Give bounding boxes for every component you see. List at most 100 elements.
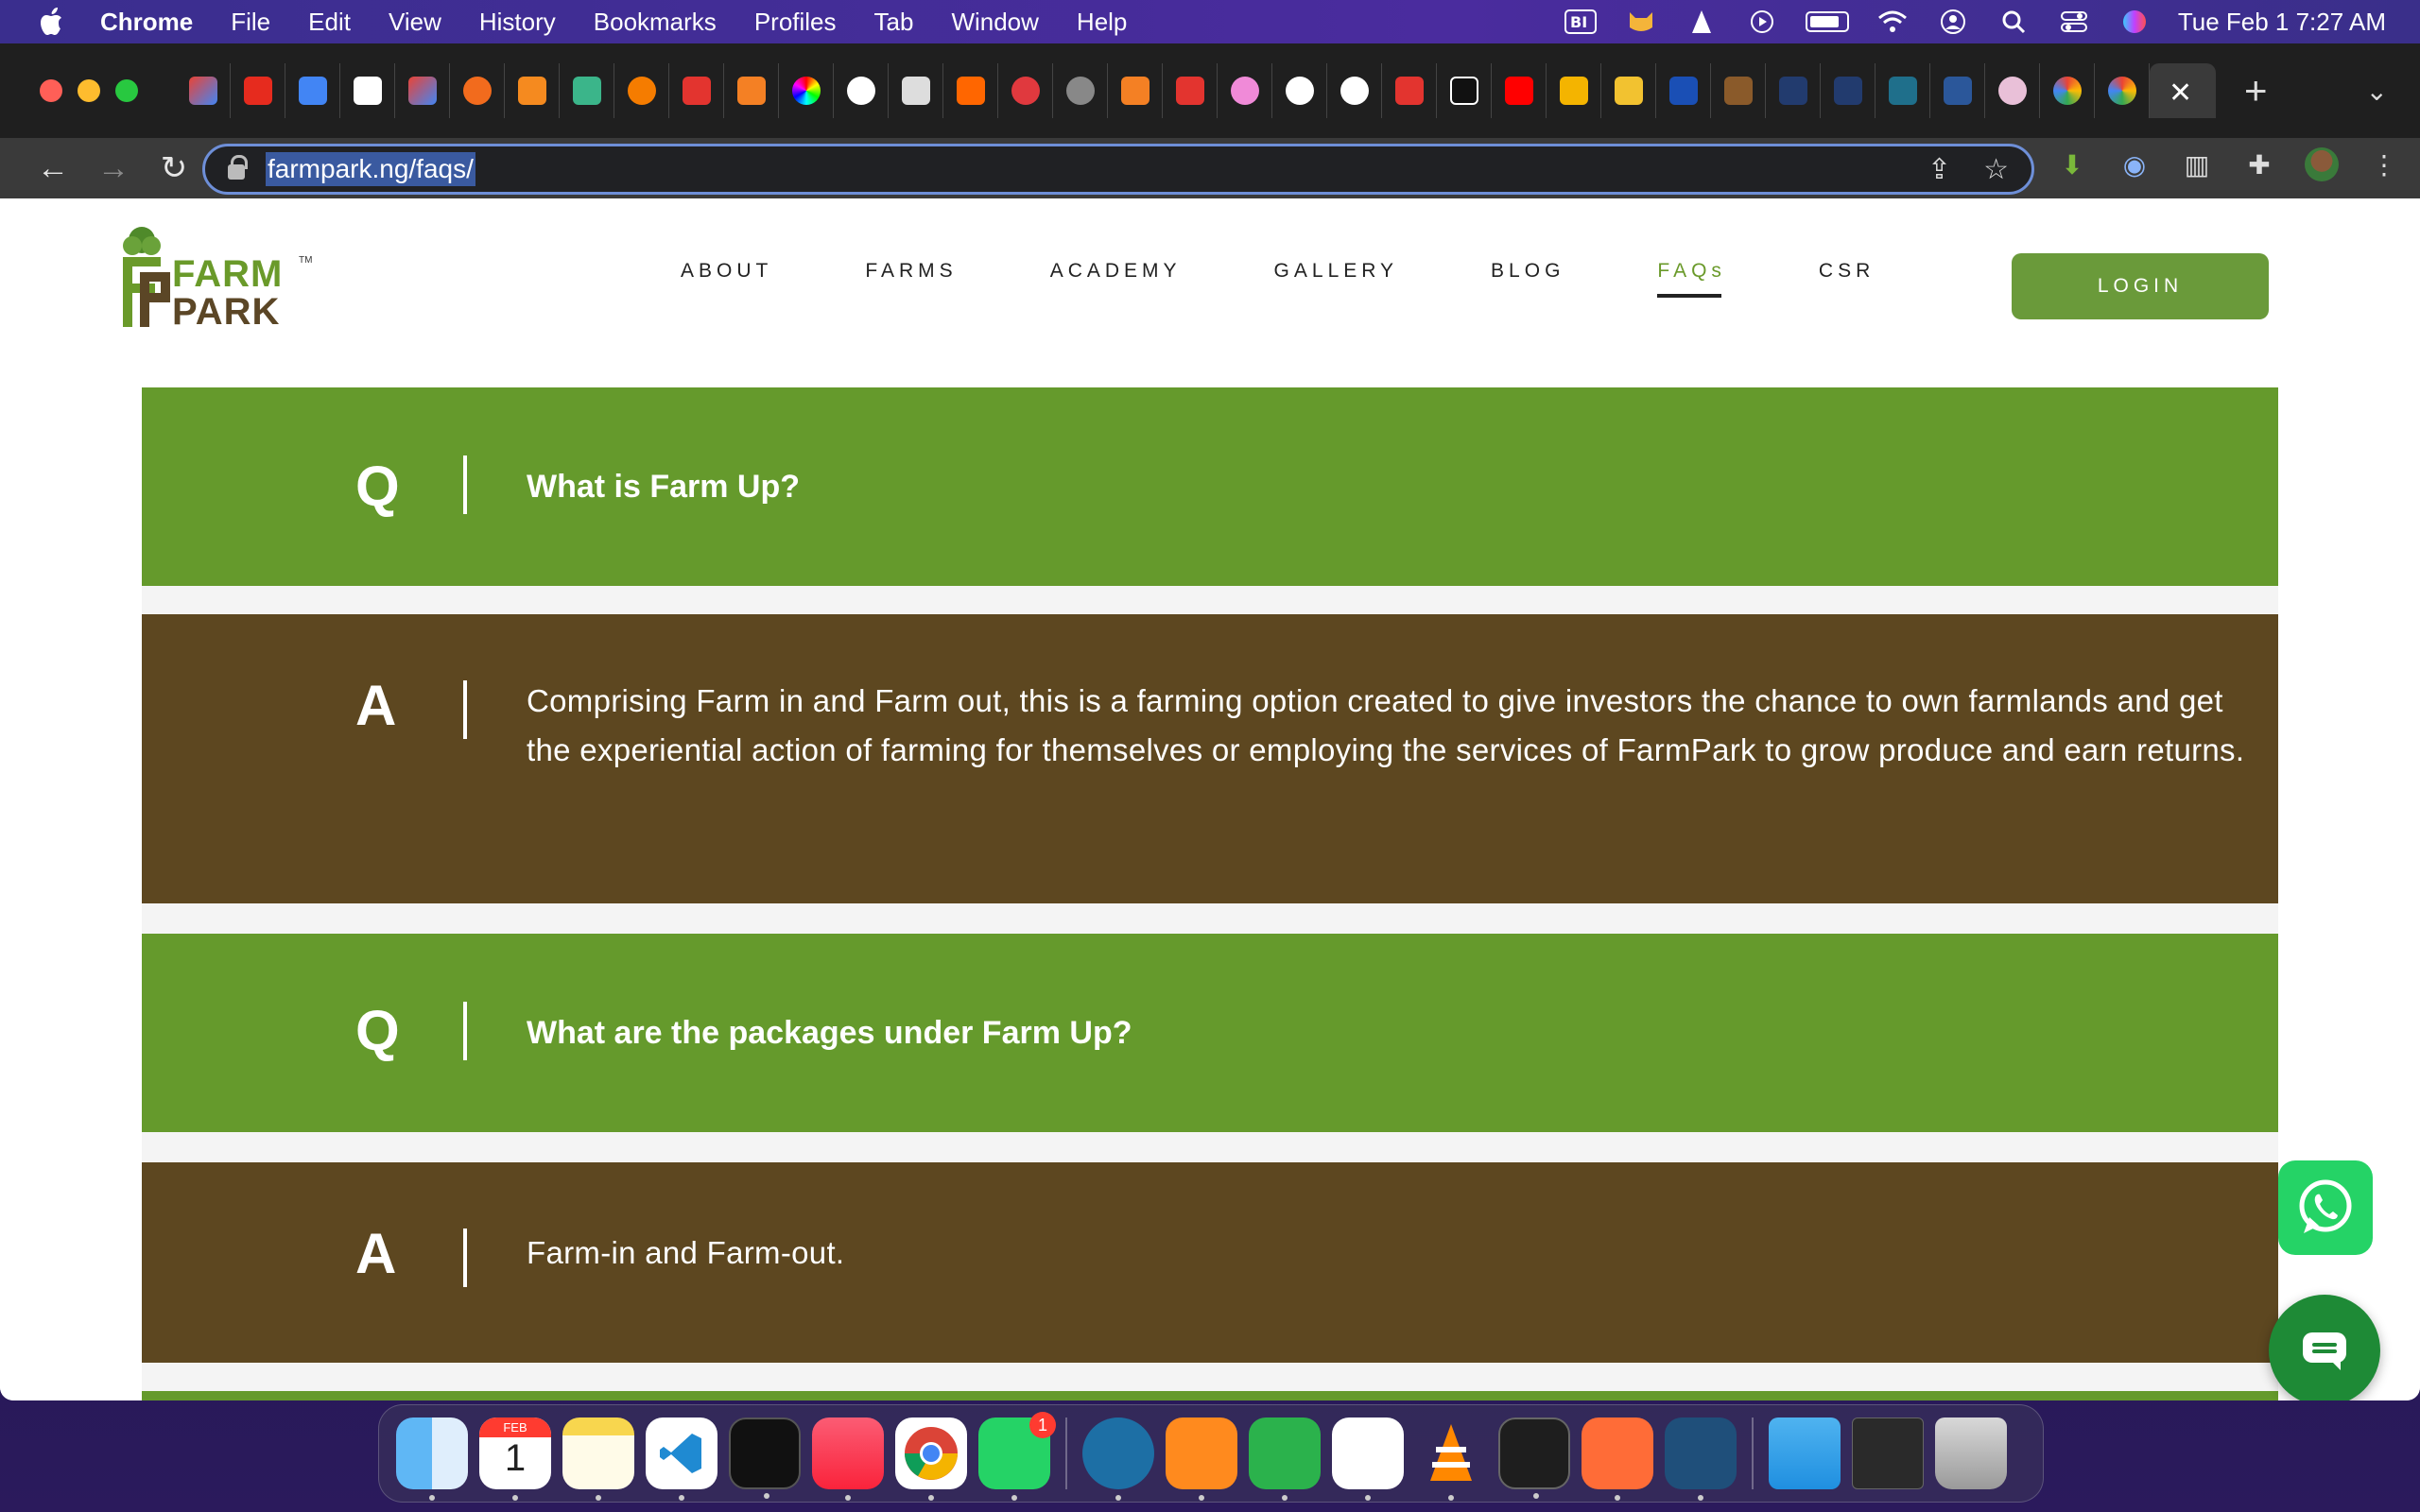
menu-view[interactable]: View: [389, 8, 441, 37]
spotlight-search-icon[interactable]: [1996, 9, 2031, 35]
minimize-window-button[interactable]: [78, 79, 100, 102]
nav-blog[interactable]: BLOG: [1491, 260, 1564, 292]
tab-hand-2-icon[interactable]: [1821, 63, 1876, 118]
tab-ted-icon[interactable]: [231, 63, 285, 118]
url-text[interactable]: farmpark.ng/faqs/: [266, 152, 475, 186]
back-arrow-icon[interactable]: ←: [23, 150, 83, 187]
tab-green-m-icon[interactable]: [560, 63, 614, 118]
bi-status-icon[interactable]: BI: [1564, 9, 1598, 35]
nav-about[interactable]: ABOUT: [681, 260, 772, 292]
nav-gallery[interactable]: GALLERY: [1274, 260, 1399, 292]
farmpark-logo[interactable]: FARM PARK TM: [119, 225, 318, 331]
menu-bookmarks[interactable]: Bookmarks: [594, 8, 717, 37]
tab-gmail-2-icon[interactable]: [395, 63, 450, 118]
tab-youtube-icon[interactable]: [1492, 63, 1547, 118]
forward-arrow-icon[interactable]: →: [83, 150, 144, 187]
tab-google-2-icon[interactable]: [2095, 63, 2150, 118]
close-tab-icon[interactable]: ✕: [2169, 77, 2197, 109]
menu-help[interactable]: Help: [1077, 8, 1127, 37]
calendar-icon[interactable]: FEB 1: [479, 1418, 551, 1501]
close-window-button[interactable]: [40, 79, 62, 102]
user-account-icon[interactable]: [1936, 9, 1970, 35]
faq-question-2[interactable]: Q What are the packages under Farm Up?: [142, 934, 2278, 1132]
zoom-window-button[interactable]: [115, 79, 138, 102]
tab-color-wheel-icon[interactable]: [779, 63, 834, 118]
faq-question-1[interactable]: Q What is Farm Up?: [142, 387, 2278, 586]
trello-extension-icon[interactable]: ▥: [2180, 147, 2214, 181]
download-extension-icon[interactable]: ⬇: [2055, 147, 2089, 181]
tab-analytics-icon[interactable]: [614, 63, 669, 118]
address-bar[interactable]: farmpark.ng/faqs/ ⇪ ☆: [202, 144, 2034, 195]
faq-question-3-partial[interactable]: [142, 1391, 2278, 1400]
chrome-menu-icon[interactable]: ⋮: [2367, 147, 2401, 181]
lock-icon[interactable]: [228, 155, 248, 180]
whatsapp-dock-icon[interactable]: 1: [978, 1412, 1056, 1501]
tab-box-icon[interactable]: [505, 63, 560, 118]
menu-profiles[interactable]: Profiles: [754, 8, 837, 37]
slack-icon[interactable]: [1332, 1418, 1404, 1501]
menu-app-chrome[interactable]: Chrome: [100, 8, 193, 37]
nav-farms[interactable]: FARMS: [865, 260, 957, 292]
profile-avatar[interactable]: [2305, 147, 2339, 181]
tab-book-icon[interactable]: [1711, 63, 1766, 118]
menubar-datetime[interactable]: Tue Feb 1 7:27 AM: [2178, 8, 2386, 37]
numbers-icon[interactable]: [1249, 1418, 1321, 1501]
share-icon[interactable]: ⇪: [1927, 153, 1951, 186]
menu-tab[interactable]: Tab: [874, 8, 914, 37]
trash-icon[interactable]: [1935, 1418, 2007, 1489]
tab-gmail-icon[interactable]: [176, 63, 231, 118]
vlc-status-icon[interactable]: [1685, 9, 1719, 35]
nav-csr[interactable]: CSR: [1819, 260, 1875, 292]
tab-stackoverflow-2-icon[interactable]: [1108, 63, 1163, 118]
tab-yellow-icon[interactable]: [1601, 63, 1656, 118]
tab-laravel-2-icon[interactable]: [1163, 63, 1218, 118]
tab-pink-icon[interactable]: [1218, 63, 1272, 118]
menu-edit[interactable]: Edit: [308, 8, 351, 37]
chrome-icon[interactable]: [895, 1418, 967, 1501]
finder-icon[interactable]: [396, 1418, 468, 1501]
menu-file[interactable]: File: [231, 8, 270, 37]
tab-github-2-icon[interactable]: [1272, 63, 1327, 118]
wifi-icon[interactable]: [1876, 9, 1910, 35]
tab-docs-icon[interactable]: [285, 63, 340, 118]
puzzle-extensions-icon[interactable]: ✚: [2242, 147, 2276, 181]
tab-wordpress-icon[interactable]: [1327, 63, 1382, 118]
tableplus-icon[interactable]: [1082, 1418, 1154, 1501]
bookmark-star-icon[interactable]: ☆: [1983, 153, 2009, 186]
tab-laravel-icon[interactable]: [669, 63, 724, 118]
reload-icon[interactable]: ↻: [144, 149, 204, 187]
terminal-icon[interactable]: [1498, 1418, 1570, 1499]
whatsapp-button[interactable]: [2278, 1160, 2373, 1255]
iterm-icon[interactable]: [729, 1418, 801, 1499]
battery-icon[interactable]: [1805, 11, 1849, 32]
tab-orange-block-icon[interactable]: [943, 63, 998, 118]
tab-search-chevron-icon[interactable]: ⌄: [2366, 76, 2388, 107]
tab-blue-icon[interactable]: [1656, 63, 1711, 118]
tab-laravel-3-icon[interactable]: [1382, 63, 1437, 118]
music-icon[interactable]: [812, 1418, 884, 1501]
control-center-icon[interactable]: [2057, 9, 2091, 35]
nav-faqs[interactable]: FAQs: [1657, 260, 1726, 298]
tab-globe-icon[interactable]: [1053, 63, 1108, 118]
play-status-icon[interactable]: [1745, 9, 1779, 35]
tab-rabbit-icon[interactable]: [889, 63, 943, 118]
tab-layers-icon[interactable]: [1547, 63, 1601, 118]
tab-rp-icon[interactable]: [1876, 63, 1930, 118]
nav-academy[interactable]: ACADEMY: [1050, 260, 1182, 292]
mysql-workbench-icon[interactable]: [1665, 1418, 1737, 1501]
siri-icon[interactable]: [2118, 9, 2152, 35]
circle-extension-icon[interactable]: ◉: [2118, 147, 2152, 181]
vlc-icon[interactable]: [1415, 1418, 1487, 1501]
tab-terminal-icon[interactable]: [1437, 63, 1492, 118]
notes-icon[interactable]: [562, 1418, 634, 1501]
folder-icon[interactable]: [1769, 1418, 1841, 1489]
postman-icon[interactable]: [1582, 1418, 1653, 1501]
vscode-icon[interactable]: [646, 1418, 717, 1501]
tab-red-ball-icon[interactable]: [998, 63, 1053, 118]
menu-history[interactable]: History: [479, 8, 556, 37]
menu-window[interactable]: Window: [951, 8, 1038, 37]
tab-stackoverflow-icon[interactable]: [724, 63, 779, 118]
tab-orange-s-icon[interactable]: [450, 63, 505, 118]
tab-hand-icon[interactable]: [1766, 63, 1821, 118]
login-button[interactable]: LOGIN: [2012, 253, 2269, 319]
